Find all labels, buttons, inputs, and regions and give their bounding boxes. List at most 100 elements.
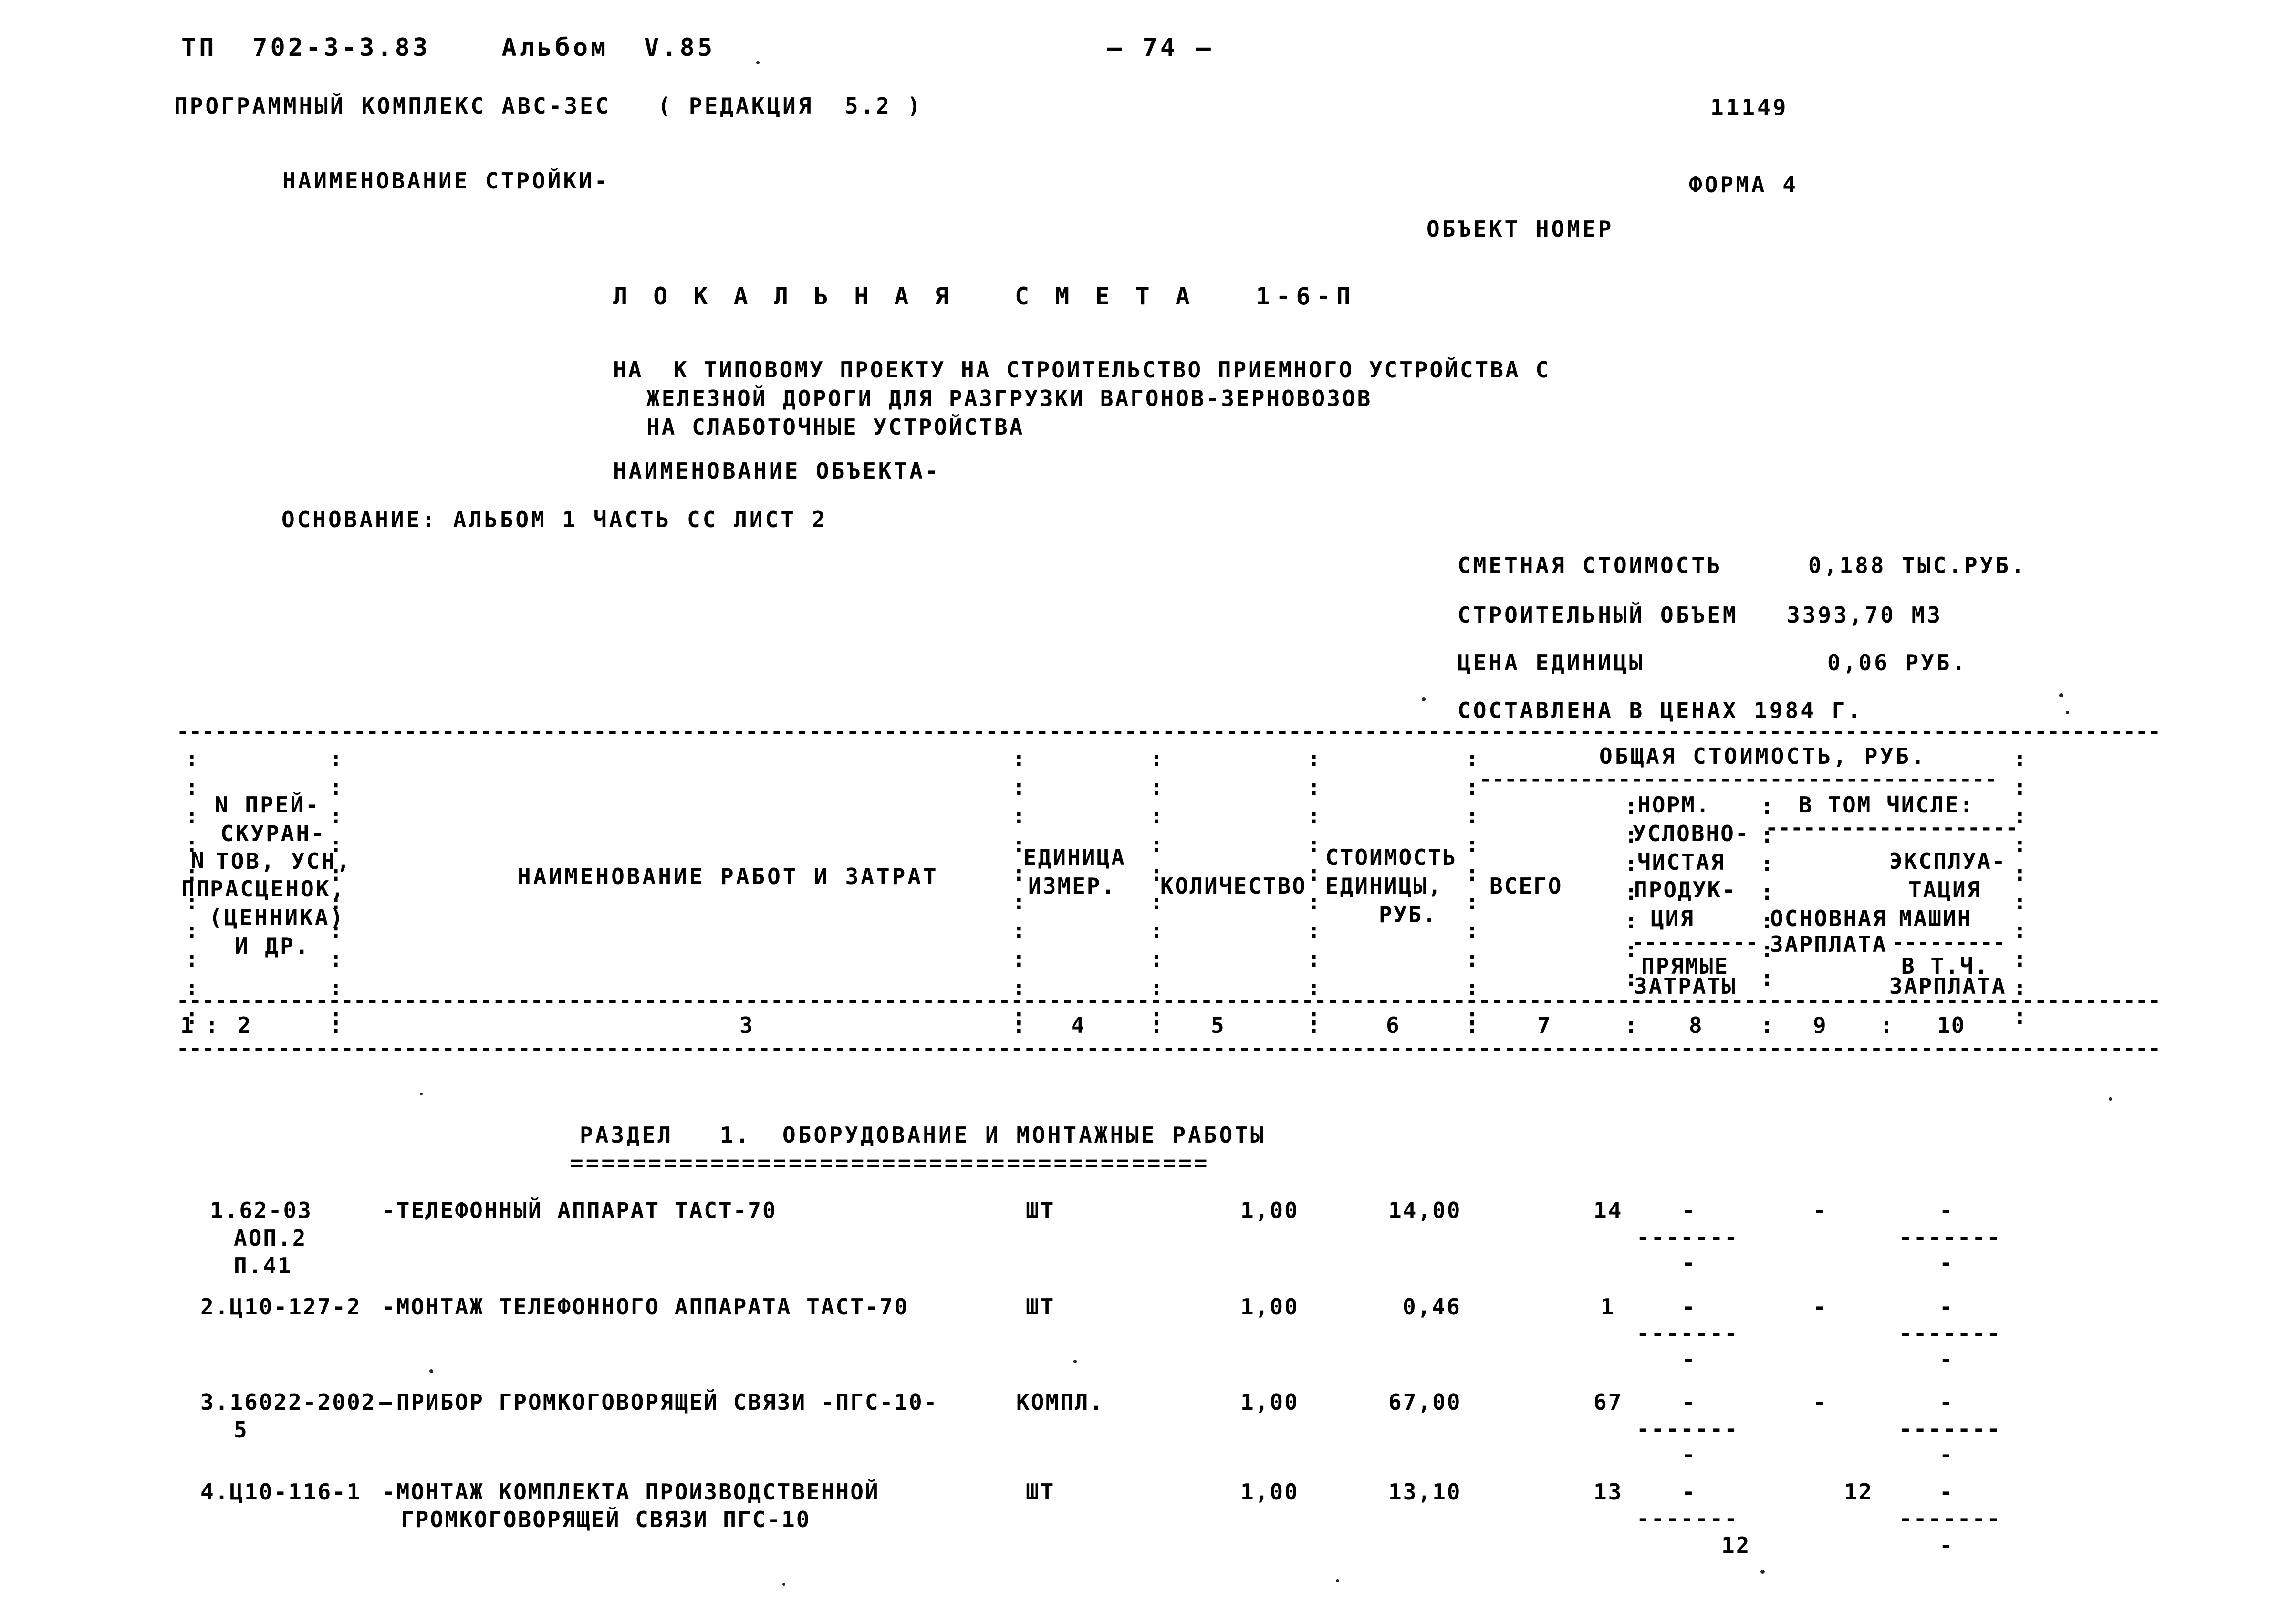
row-2-col10-sub: - (1939, 1346, 1954, 1372)
header-col2-line3: ТОВ, УСН, (216, 848, 352, 874)
row-3-col10-sub: - (1939, 1442, 1954, 1468)
header-col8-line3: ЧИСТАЯ (1637, 849, 1726, 875)
header-col1-line2: ПП (181, 876, 212, 902)
col9-group-rule: -------------------- (1765, 816, 2018, 840)
header-col6-line3: РУБ. (1379, 902, 1437, 927)
header-col6-line1: СТОИМОСТЬ (1325, 844, 1458, 870)
row-3-col10: - (1939, 1389, 1954, 1415)
scanned-page: ТП 702-3-3.83 Альбом V.85 — 74 — ПРОГРАМ… (0, 0, 2270, 1624)
header-col2-line6: И ДР. (235, 933, 311, 959)
row-3-qty: 1,00 (1240, 1389, 1299, 1415)
header-col2-line5: (ЦЕННИКА) (209, 905, 345, 930)
row-4-code: 4.Ц10-116-1 (200, 1479, 362, 1505)
scan-speck (2109, 1097, 2112, 1101)
header-col2-line4: РАСЦЕНОК, (210, 876, 346, 902)
colsep-n1: : (205, 1012, 219, 1038)
basis-line: ОСНОВАНИЕ: АЛЬБОМ 1 ЧАСТЬ СС ЛИСТ 2 (281, 507, 828, 532)
colsep-n2: : (329, 1012, 344, 1038)
row-2-code: 2.Ц10-127-2 (200, 1294, 362, 1320)
row-4-col8-sub: 12 (1721, 1532, 1751, 1558)
description-line-1: НА К ТИПОВОМУ ПРОЕКТУ НА СТРОИТЕЛЬСТВО П… (613, 357, 1551, 383)
col8-inner-rule: ---------- (1632, 930, 1758, 955)
header-col3: НАИМЕНОВАНИЕ РАБОТ И ЗАТРАТ (518, 864, 939, 889)
header-col7: ВСЕГО (1489, 873, 1563, 899)
row-3-col8-sub: - (1682, 1442, 1697, 1468)
header-col4-line1: ЕДИНИЦА (1023, 844, 1126, 870)
row-2-col9: - (1813, 1294, 1828, 1320)
colsep-n4: : (1150, 1012, 1164, 1038)
scan-speck (782, 1583, 785, 1586)
row-4-name-line1: -МОНТАЖ КОМПЛЕКТА ПРОИЗВОДСТВЕННОЙ (382, 1479, 880, 1505)
row-4-name-line2: ГРОМКОГОВОРЯЩЕЙ СВЯЗИ ПГС-10 (401, 1507, 811, 1532)
row-1-col10: - (1939, 1197, 1954, 1223)
scan-speck (1336, 1579, 1339, 1582)
row-3-code-extra-1: 5 (234, 1417, 249, 1443)
row-4-col8: - (1682, 1479, 1697, 1505)
summary-value-unit-price: 0,06 РУБ. (1827, 650, 1968, 676)
row-4-col10-rule: ------- (1899, 1506, 2001, 1531)
row-1-unit: ШТ (1026, 1197, 1055, 1223)
row-3-name: -ПРИБОР ГРОМКОГОВОРЯЩЕЙ СВЯЗИ -ПГС-10- (382, 1389, 938, 1415)
col10-inner-rule: --------- (1892, 930, 2006, 955)
colsep-n6: : (1466, 1012, 1480, 1038)
row-3-col10-rule: ------- (1899, 1416, 2001, 1442)
header-col10-line3: МАШИН (1899, 906, 1972, 931)
header-col10-line2: ТАЦИЯ (1908, 877, 1982, 903)
object-name-label: НАИМЕНОВАНИЕ ОБЪЕКТА- (613, 458, 941, 484)
col-sep-4: : : : : : : : : : : (1307, 746, 1321, 1029)
colnum-9: 9 (1813, 1012, 1827, 1038)
row-2-qty: 1,00 (1240, 1294, 1299, 1320)
colsep-n7: : (1624, 1012, 1639, 1038)
row-1-col9: - (1813, 1197, 1828, 1223)
summary-label-building-volume: СТРОИТЕЛЬНЫЙ ОБЪЕМ (1458, 602, 1739, 628)
colnum-5: 5 (1211, 1012, 1225, 1038)
page-title: Л О К А Л Ь Н А Я С М Е Т А 1-6-П (613, 282, 1356, 310)
row-2-col8: - (1682, 1294, 1697, 1320)
row-2-unit: ШТ (1026, 1294, 1055, 1320)
scan-speck (1760, 1570, 1765, 1574)
row-1-col10-rule: ------- (1899, 1224, 2001, 1250)
header-col10-line1: ЭКСПЛУА- (1889, 848, 2007, 874)
row-3-col8-rule: ------- (1636, 1416, 1739, 1442)
form-label: ФОРМА 4 (1689, 172, 1798, 198)
header-total-cost-group: ОБЩАЯ СТОИМОСТЬ, РУБ. (1599, 743, 1927, 769)
scan-speck (429, 1369, 433, 1373)
table-numbers-bottom-rule: ----------------------------------------… (177, 1036, 2161, 1061)
row-3-unit: КОМПЛ. (1016, 1389, 1104, 1415)
colsep-n5: : (1307, 1012, 1322, 1038)
row-4-unit: ШТ (1026, 1479, 1055, 1505)
row-1-col8: - (1682, 1197, 1697, 1223)
description-line-3: НА СЛАБОТОЧНЫЕ УСТРОЙСТВА (646, 414, 1025, 440)
summary-value-building-volume: 3393,70 М3 (1787, 602, 1943, 628)
header-col9-line2: ЗАРПЛАТА (1770, 931, 1887, 957)
row-3-total: 67 (1593, 1389, 1623, 1415)
row-4-col10: - (1939, 1479, 1954, 1505)
software-package-line: ПРОГРАММНЫЙ КОМПЛЕКС АВС-3ЕС ( РЕДАКЦИЯ … (174, 93, 923, 119)
row-3-col9: - (1813, 1389, 1828, 1415)
col-sep-8: : : : : : : : : : : (2013, 746, 2027, 1029)
table-numbers-top-rule: ----------------------------------------… (177, 989, 2161, 1013)
document-code: ТП 702-3-3.83 Альбом V.85 (181, 33, 716, 62)
row-1-code: 1.62-03 (210, 1197, 312, 1223)
header-col2-line2: СКУРАН- (220, 821, 326, 846)
row-4-col9: 12 (1844, 1479, 1874, 1505)
colnum-10: 10 (1937, 1012, 1966, 1038)
header-col8-line5: ЦИЯ (1651, 906, 1695, 931)
row-1-col10-sub: - (1939, 1250, 1954, 1276)
row-1-col8-rule: ------- (1636, 1224, 1739, 1250)
document-number: 11149 (1710, 94, 1789, 120)
colsep-n9: : (1880, 1012, 1894, 1038)
row-2-total: 1 (1601, 1294, 1615, 1320)
header-col2-line1: N ПРЕЙ- (215, 792, 321, 818)
header-col4-line2: ИЗМЕР. (1028, 873, 1116, 899)
scan-speck (420, 1093, 423, 1095)
row-2-col10: - (1939, 1294, 1954, 1320)
col-sep-5: : : : : : : : : : : (1466, 746, 1479, 1029)
scan-speck (756, 61, 760, 64)
section-title: РАЗДЕЛ 1. ОБОРУДОВАНИЕ И МОНТАЖНЫЕ РАБОТ… (580, 1122, 1266, 1148)
colsep-n8: : (1760, 1012, 1775, 1038)
colnum-6: 6 (1386, 1012, 1400, 1038)
colnum-4: 4 (1071, 1012, 1085, 1038)
row-4-col8-rule: ------- (1636, 1506, 1739, 1531)
header-col1-line1: N (191, 847, 206, 873)
